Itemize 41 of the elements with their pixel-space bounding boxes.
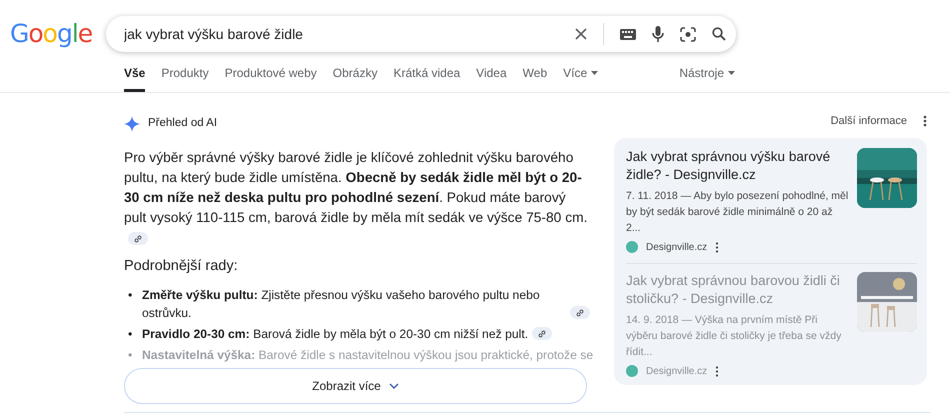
search-tab[interactable]: Produktové weby	[224, 56, 317, 92]
bullet-text: Pravidlo 20-30 cm: Barová židle by měla být o 20-30 cm nižší než pult.	[142, 326, 528, 343]
sparkle-icon	[124, 116, 140, 132]
search-tab[interactable]: Web	[522, 56, 548, 92]
section-heading: Podrobnější rady:	[124, 257, 239, 276]
bullet-text: Nastavitelná výška: Barové židle s nastavitelnou výškou jsou praktické, protože se	[142, 347, 594, 364]
search-tab[interactable]: Obrázky	[332, 56, 378, 92]
source-snippet: 14. 9. 2018 — Výška na prvním místě Při výběru barové židle či stoličky je třeba se vždy řídit...	[626, 312, 842, 360]
search-input[interactable]: jak vybrat výšku barové židle	[122, 22, 559, 46]
microphone-icon[interactable]	[652, 26, 664, 42]
more-options-icon[interactable]	[715, 242, 720, 252]
source-snippet: 7. 11. 2018 — Aby bylo posezení pohodlné, měl by být sedák barové židle minimálně o 20 až 2...	[626, 188, 849, 236]
search-tab[interactable]: Produkty	[161, 56, 209, 92]
overview-paragraph: Pro výběr správné výšky barové židle je klíčové zohlednit výšku barového pultu, na který bude židle umístěna. Obecně by sedák židle měl být o 20-30 cm níže než deska pultu pro pohodlné sezení. Pokud máte barový pult vysoký 110-115 cm, barová židle by měla mít sedák ve výšce 75-80 cm.	[124, 148, 590, 248]
search-tab[interactable]: Videa	[476, 56, 507, 92]
google-logo[interactable]: Google	[0, 15, 90, 53]
close-icon[interactable]	[575, 28, 587, 40]
search-tab[interactable]: Vše	[124, 56, 146, 92]
search-icon[interactable]	[712, 27, 726, 41]
site-name[interactable]: Designville.cz	[646, 240, 708, 254]
more-info-link[interactable]: Další informace	[830, 113, 907, 130]
more-options-icon[interactable]	[923, 115, 927, 128]
camera-icon[interactable]	[680, 26, 696, 42]
citation-link-icon[interactable]	[570, 306, 590, 319]
caret-icon	[591, 71, 598, 75]
search-tab[interactable]: Krátká videa	[393, 56, 460, 92]
bullet-marker: •	[128, 287, 134, 304]
show-more-button[interactable]: Zobrazit více	[124, 368, 587, 404]
more-options-icon[interactable]	[715, 366, 720, 376]
bullet-marker: •	[128, 326, 134, 343]
bullet-marker: •	[128, 347, 134, 364]
caret-icon	[728, 71, 735, 75]
search-tab[interactable]: Více	[563, 56, 598, 92]
tools-menu[interactable]: Nástroje	[679, 56, 735, 92]
source-title[interactable]: Jak vybrat správnou výšku barové židle? - Designville.cz	[626, 148, 849, 184]
ai-overview-title: Přehled od AI	[148, 116, 218, 131]
chevron-down-icon	[388, 383, 399, 389]
bullet-text: Změřte výšku pultu: Zjistěte přesnou výšku vašeho barového pultu nebo ostrůvku.	[142, 287, 541, 322]
citation-link-icon[interactable]	[532, 327, 552, 340]
citation-link-icon[interactable]	[128, 232, 148, 246]
keyboard-icon[interactable]	[620, 28, 636, 40]
